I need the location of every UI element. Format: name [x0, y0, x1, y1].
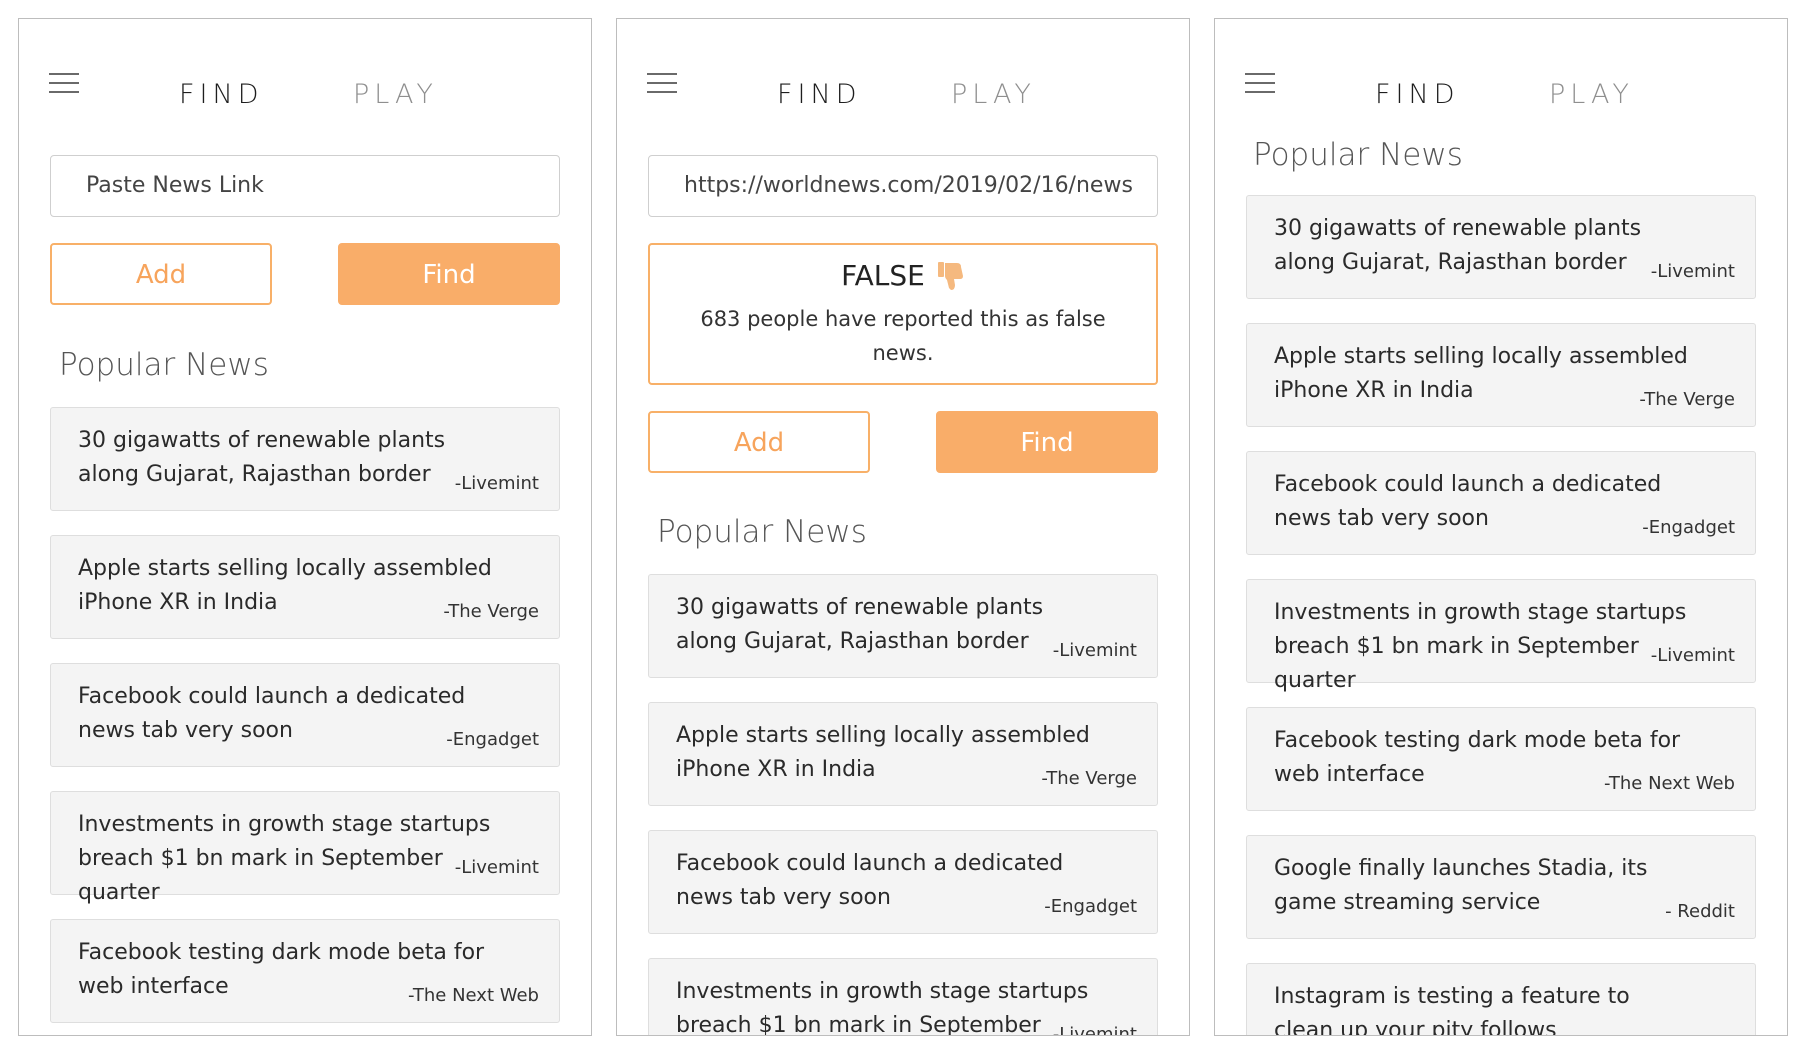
verdict-message: 683 people have reported this as false n… [700, 307, 1106, 365]
news-source: -Livemint [1650, 261, 1735, 282]
news-link-input[interactable]: https://worldnews.com/2019/02/16/news [648, 155, 1158, 217]
news-source: -The Verge [1041, 768, 1137, 789]
tab-find[interactable]: FIND [777, 79, 861, 110]
news-source: -Livemint [1650, 645, 1735, 666]
top-bar: FIND PLAY [617, 19, 1189, 149]
news-source: -Livemint [454, 857, 539, 878]
news-card[interactable]: 30 gigawatts of renewable plants along G… [50, 407, 560, 511]
news-source: -The Next Web [1604, 773, 1735, 794]
verdict-title: FALSE [841, 259, 925, 292]
news-source: -Engadget [1642, 517, 1735, 538]
news-card[interactable]: Facebook could launch a dedicated news t… [1246, 451, 1756, 555]
news-title: Facebook could launch a dedicated news t… [676, 851, 1064, 910]
top-bar: FIND PLAY [1215, 19, 1787, 149]
news-card[interactable]: 30 gigawatts of renewable plants along G… [1246, 195, 1756, 299]
news-source: -Livemint [1052, 640, 1137, 661]
news-source: -The Next Web [408, 985, 539, 1006]
section-title: Popular News [1253, 137, 1463, 173]
news-card[interactable]: 30 gigawatts of renewable plants along G… [648, 574, 1158, 678]
news-title: Investments in growth stage startups bre… [676, 979, 1089, 1036]
news-card[interactable]: Investments in growth stage startups bre… [50, 791, 560, 905]
news-card[interactable]: Apple starts selling locally assembled i… [1246, 323, 1756, 427]
section-title: Popular News [59, 347, 269, 383]
tab-play[interactable]: PLAY [353, 79, 438, 110]
news-card[interactable]: Investments in growth stage startups bre… [1246, 579, 1756, 693]
news-source: - Reddit [1665, 901, 1735, 922]
tab-find[interactable]: FIND [179, 79, 263, 110]
news-title: Investments in growth stage startups bre… [1274, 600, 1687, 693]
news-card[interactable]: Instagram is testing a feature to clean … [1246, 963, 1756, 1036]
news-title: Google finally launches Stadia, its game… [1274, 856, 1648, 915]
thumbs-down-icon [937, 261, 965, 291]
tab-find[interactable]: FIND [1375, 79, 1459, 110]
news-title: Facebook could launch a dedicated news t… [1274, 472, 1662, 531]
news-title: 30 gigawatts of renewable plants along G… [78, 428, 446, 487]
news-source: -Engadget [446, 729, 539, 750]
section-title: Popular News [657, 514, 867, 550]
news-card[interactable]: Apple starts selling locally assembled i… [648, 702, 1158, 806]
menu-icon[interactable] [647, 73, 677, 95]
screen-find-result: FIND PLAY https://worldnews.com/2019/02/… [616, 18, 1190, 1036]
news-source: -The Verge [443, 601, 539, 622]
screen-popular-news: FIND PLAY Popular News 30 gigawatts of r… [1214, 18, 1788, 1036]
news-source: -Engadget [1044, 896, 1137, 917]
news-title: Apple starts selling locally assembled i… [1274, 344, 1688, 403]
top-bar: FIND PLAY [19, 19, 591, 149]
add-button[interactable]: Add [648, 411, 870, 473]
news-card[interactable]: Facebook testing dark mode beta for web … [50, 919, 560, 1023]
news-card[interactable]: Facebook could launch a dedicated news t… [648, 830, 1158, 934]
news-source: -Livemint [454, 473, 539, 494]
verdict-header: FALSE [841, 259, 965, 292]
add-button[interactable]: Add [50, 243, 272, 305]
find-button[interactable]: Find [936, 411, 1158, 473]
verdict-box: FALSE 683 people have reported this as f… [648, 243, 1158, 385]
menu-icon[interactable] [49, 73, 79, 95]
news-card[interactable]: Apple starts selling locally assembled i… [50, 535, 560, 639]
news-title: Instagram is testing a feature to clean … [1274, 984, 1630, 1036]
news-title: Apple starts selling locally assembled i… [78, 556, 492, 615]
menu-icon[interactable] [1245, 73, 1275, 95]
news-link-input[interactable]: Paste News Link [50, 155, 560, 217]
news-card[interactable]: Google finally launches Stadia, its game… [1246, 835, 1756, 939]
news-title: Investments in growth stage startups bre… [78, 812, 491, 905]
news-title: Facebook could launch a dedicated news t… [78, 684, 466, 743]
news-source: -The Verge [1639, 389, 1735, 410]
news-title: 30 gigawatts of renewable plants along G… [676, 595, 1044, 654]
screen-find-empty: FIND PLAY Paste News Link Add Find Popul… [18, 18, 592, 1036]
news-title: Apple starts selling locally assembled i… [676, 723, 1090, 782]
news-card[interactable]: Facebook could launch a dedicated news t… [50, 663, 560, 767]
news-card[interactable]: Facebook testing dark mode beta for web … [1246, 707, 1756, 811]
tab-play[interactable]: PLAY [1549, 79, 1634, 110]
news-title: 30 gigawatts of renewable plants along G… [1274, 216, 1642, 275]
tab-play[interactable]: PLAY [951, 79, 1036, 110]
news-card[interactable]: Investments in growth stage startups bre… [648, 958, 1158, 1036]
news-source: -Livemint [1052, 1024, 1137, 1036]
find-button[interactable]: Find [338, 243, 560, 305]
